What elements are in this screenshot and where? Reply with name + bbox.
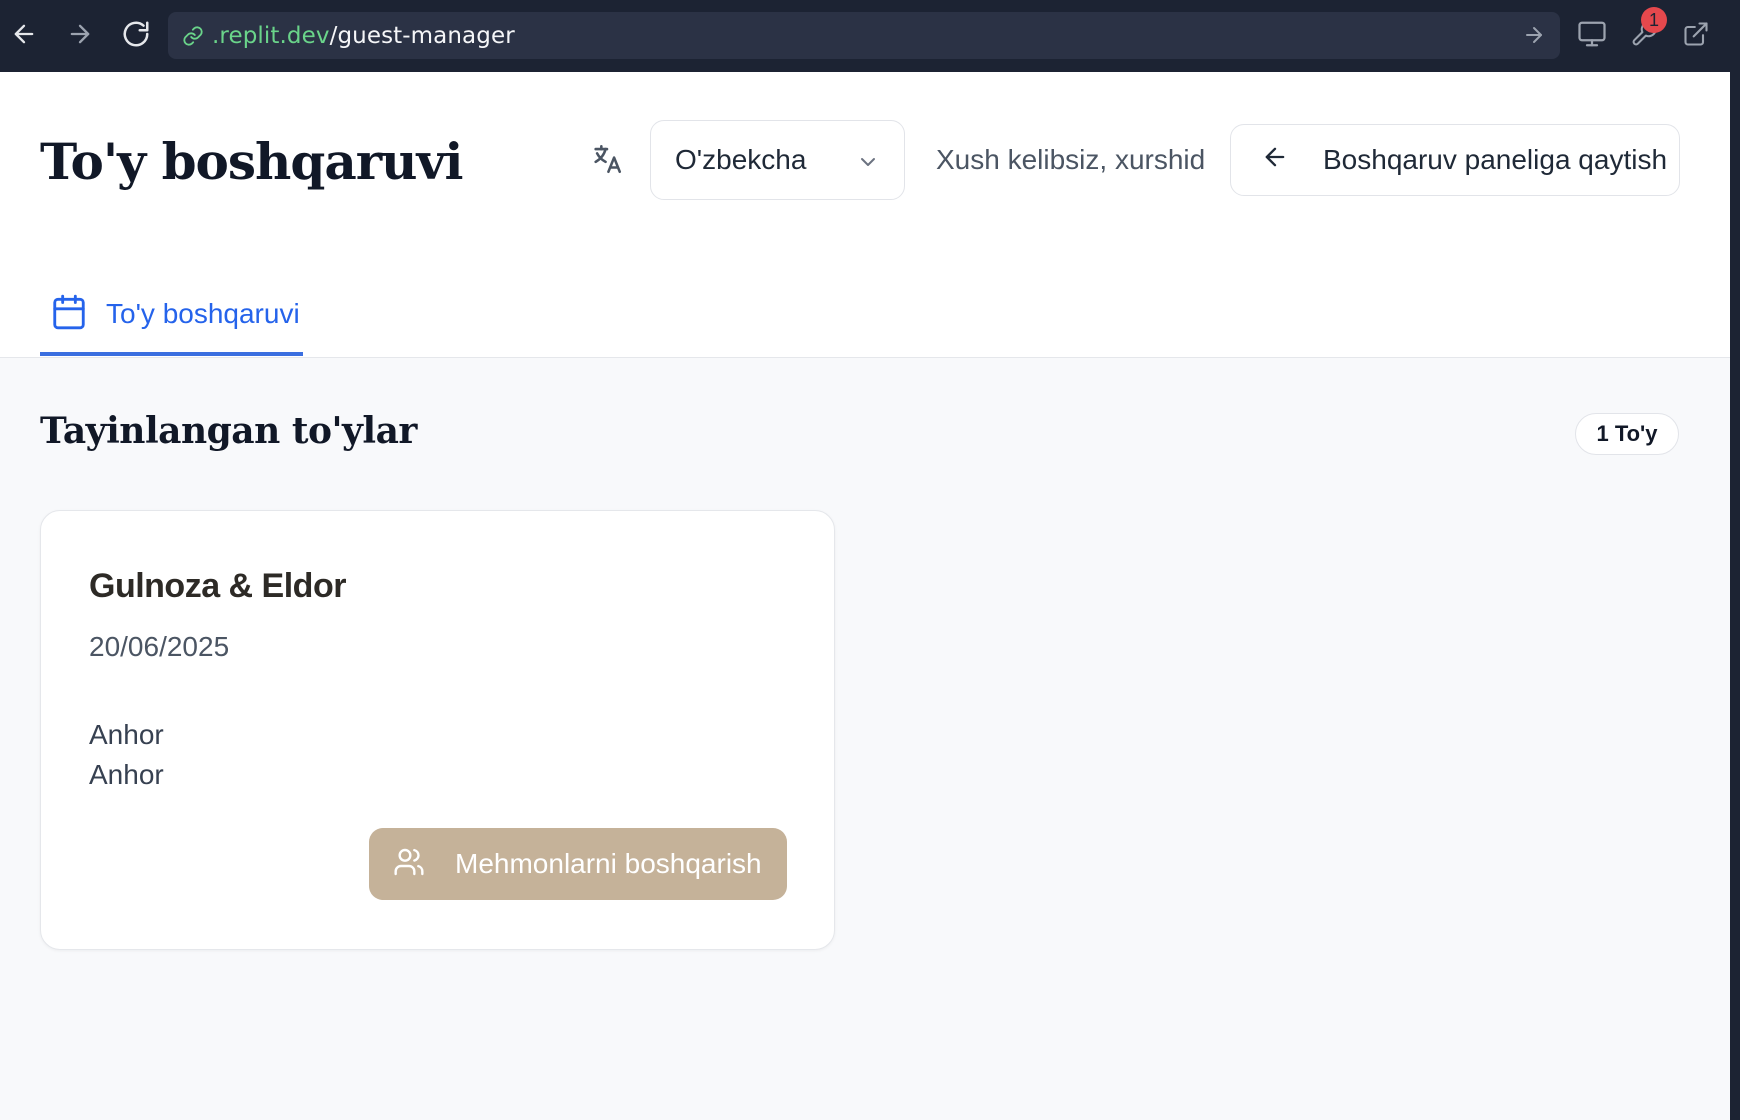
back-to-dashboard-button[interactable]: Boshqaruv paneliga qaytish <box>1230 124 1680 196</box>
language-select[interactable]: O'zbekcha <box>650 120 905 200</box>
wedding-couple-name: Gulnoza & Eldor <box>89 567 346 605</box>
address-bar[interactable]: .replit.dev/guest-manager <box>168 12 1560 59</box>
active-tab-indicator <box>40 352 303 356</box>
wedding-date: 20/06/2025 <box>89 631 230 662</box>
manage-guests-button[interactable]: Mehmonlarni boshqarish <box>369 828 787 900</box>
page-header: To'y boshqaruvi O'zbekcha Xush kelibsiz,… <box>0 72 1730 358</box>
manage-guests-label: Mehmonlarni boshqarish <box>455 848 762 879</box>
link-icon <box>182 23 208 49</box>
browser-toolbar: .replit.dev/guest-manager 1 <box>0 0 1740 72</box>
wedding-count-badge: 1 To'y <box>1575 413 1679 455</box>
url-path: /guest-manager <box>329 22 515 49</box>
translate-icon <box>590 142 626 178</box>
monitor-icon[interactable] <box>1574 16 1610 52</box>
language-select-value: O'zbekcha <box>675 144 807 175</box>
tab-label: To'y boshqaruvi <box>106 298 300 329</box>
welcome-text: Xush kelibsiz, xurshid <box>936 144 1206 175</box>
users-icon <box>393 846 425 883</box>
url-text: .replit.dev/guest-manager <box>212 23 515 49</box>
external-link-icon[interactable] <box>1678 16 1714 52</box>
url-host: .replit.dev <box>212 22 330 49</box>
back-to-dashboard-label: Boshqaruv paneliga qaytish <box>1323 144 1668 175</box>
wedding-venue-name: Anhor <box>89 719 164 750</box>
reload-icon[interactable] <box>116 14 156 54</box>
back-arrow-icon[interactable] <box>4 14 44 54</box>
page-title: To'y boshqaruvi <box>40 132 463 191</box>
calendar-icon <box>50 293 88 336</box>
arrow-left-icon <box>1261 143 1289 178</box>
forward-arrow-icon[interactable] <box>60 14 100 54</box>
chevron-down-icon <box>856 149 880 181</box>
window-edge <box>1730 72 1740 1120</box>
wedding-venue-address: Anhor <box>89 759 164 790</box>
wedding-card: Gulnoza & Eldor 20/06/2025 Anhor Anhor M… <box>40 510 835 950</box>
go-arrow-icon[interactable] <box>1522 23 1546 52</box>
tab-wedding-management[interactable]: To'y boshqaruvi <box>40 270 303 358</box>
notification-badge: 1 <box>1641 7 1667 33</box>
section-title: Tayinlangan to'ylar <box>40 410 417 452</box>
